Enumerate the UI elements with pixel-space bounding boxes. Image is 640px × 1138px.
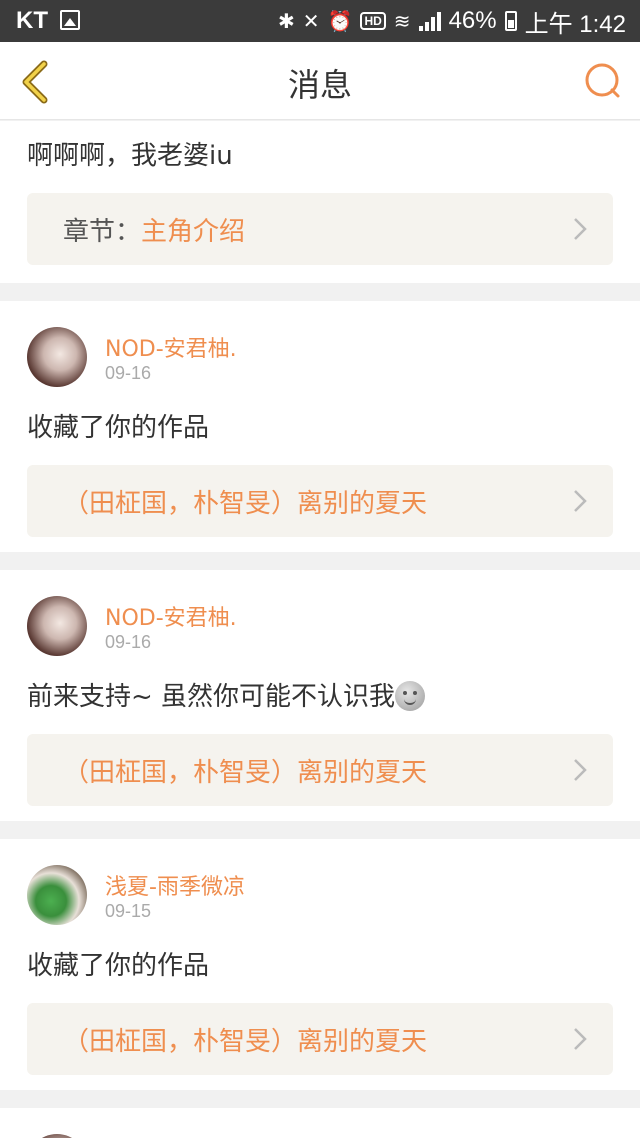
work-title: （田柾国，朴智旻）离别的夏天	[63, 1026, 428, 1057]
signal-icon	[418, 11, 441, 31]
username[interactable]: NOD-安君柚.	[105, 331, 237, 363]
chevron-right-icon	[574, 218, 587, 240]
user-row[interactable]: NOD-安君柚. 09-16	[27, 596, 613, 672]
page-title: 消息	[287, 66, 352, 104]
list-item: 啊啊啊，我老婆iu 章节： 主角介绍	[0, 121, 640, 283]
chevron-right-icon	[574, 759, 587, 781]
timestamp: 09-16	[105, 632, 152, 652]
work-link[interactable]: （田柾国，朴智旻）离别的夏天	[27, 465, 613, 537]
work-link[interactable]: （田柾国，朴智旻）离别的夏天	[27, 1003, 613, 1075]
mute-icon: ✕	[302, 10, 320, 33]
avatar[interactable]	[27, 596, 87, 656]
message-text: 啊啊啊，我老婆iu	[27, 141, 233, 171]
nav-bar: 消息	[0, 42, 640, 120]
search-icon[interactable]	[584, 62, 622, 100]
battery-icon	[504, 11, 517, 31]
username[interactable]: 浅夏-雨季微凉	[105, 869, 245, 901]
avatar[interactable]	[27, 1134, 87, 1138]
timestamp: 09-15	[105, 901, 152, 921]
work-title: （田柾国，朴智旻）离别的夏天	[63, 757, 428, 788]
chapter-prefix: 章节：	[63, 216, 142, 247]
work-title: （田柾国，朴智旻）离别的夏天	[63, 488, 428, 519]
avatar[interactable]	[27, 327, 87, 387]
chevron-right-icon	[574, 490, 587, 512]
chapter-title: 主角介绍	[141, 216, 246, 247]
username[interactable]: NOD-安君柚.	[105, 600, 237, 632]
alarm-icon: ⏰	[327, 10, 353, 33]
status-icons: ✱ ✕ ⏰ HD ≋ 46% 上午 1:42	[278, 5, 626, 38]
user-row[interactable]: 浅夏-雨季微凉 09-15	[27, 865, 613, 941]
status-bar: KT ✱ ✕ ⏰ HD ≋ 46% 上午 1:42	[0, 0, 640, 42]
image-icon	[60, 10, 80, 30]
avatar[interactable]	[27, 865, 87, 925]
message-text: 前来支持~ 虽然你可能不认识我	[27, 680, 613, 714]
user-row[interactable]: NOD-安君柚. 09-16	[27, 327, 613, 403]
bluetooth-icon: ✱	[278, 10, 295, 33]
clock: 上午 1:42	[524, 10, 626, 38]
list-item	[0, 1108, 640, 1138]
list-item: NOD-安君柚. 09-16 前来支持~ 虽然你可能不认识我 （田柾国，朴智旻）…	[0, 570, 640, 821]
message-list: 啊啊啊，我老婆iu 章节： 主角介绍 NOD-安君柚. 09-16 收藏了你的作…	[0, 121, 640, 1138]
list-item: NOD-安君柚. 09-16 收藏了你的作品 （田柾国，朴智旻）离别的夏天	[0, 301, 640, 552]
carrier-label: KT	[16, 7, 48, 34]
timestamp: 09-16	[105, 363, 152, 383]
moon-face-icon	[395, 681, 426, 711]
chapter-link[interactable]: 章节： 主角介绍	[27, 193, 613, 265]
wifi-icon: ≋	[393, 10, 411, 33]
message-text: 收藏了你的作品	[27, 951, 210, 981]
hd-icon: HD	[360, 12, 386, 30]
message-text: 收藏了你的作品	[27, 413, 210, 443]
battery-percent: 46%	[448, 7, 497, 34]
chevron-right-icon	[574, 1028, 587, 1050]
message-body: 前来支持~ 虽然你可能不认识我	[27, 682, 396, 712]
list-item: 浅夏-雨季微凉 09-15 收藏了你的作品 （田柾国，朴智旻）离别的夏天	[0, 839, 640, 1090]
work-link[interactable]: （田柾国，朴智旻）离别的夏天	[27, 734, 613, 806]
